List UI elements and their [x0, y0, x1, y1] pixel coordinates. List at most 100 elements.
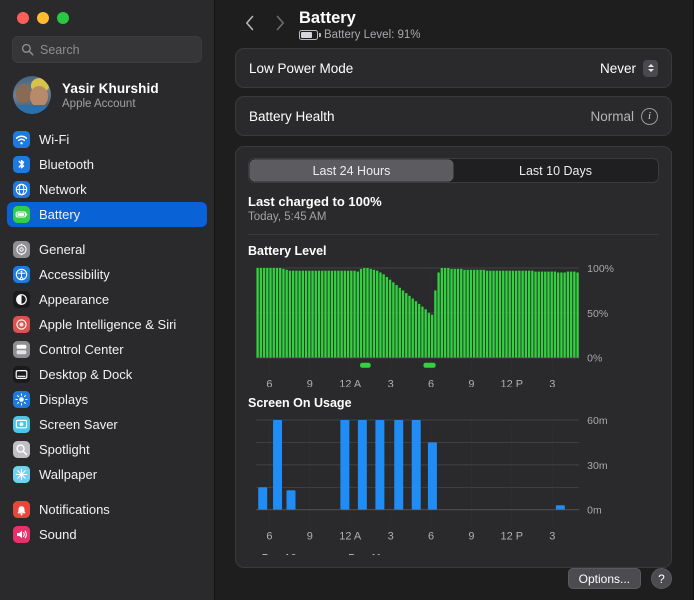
battery-level-chart-title: Battery Level	[248, 244, 327, 258]
battery-level-bar	[456, 268, 460, 358]
screen-usage-bar	[286, 489, 296, 510]
x-axis-tick-label: 12 A	[339, 379, 362, 387]
battery-level-bar	[256, 267, 259, 358]
battery-level-bar	[489, 270, 492, 358]
battery-level-bar	[518, 270, 521, 358]
chevron-updown-icon[interactable]	[643, 59, 658, 77]
battery-level-bar	[427, 312, 431, 358]
sidebar-item-label: General	[39, 242, 86, 257]
sidebar-item-wi-fi[interactable]: Wi-Fi	[7, 127, 207, 152]
tab-last-10-days[interactable]: Last 10 Days	[454, 160, 657, 181]
x-axis-tick-label: 3	[549, 379, 555, 387]
back-button[interactable]	[235, 8, 265, 38]
screen-on-usage-chart-title: Screen On Usage	[248, 395, 352, 410]
screen-usage-bar	[411, 419, 421, 510]
tab-last-24-hours[interactable]: Last 24 Hours	[250, 160, 453, 181]
sidebar-item-spotlight[interactable]: Spotlight	[7, 437, 207, 462]
battery-level-bar	[382, 274, 385, 358]
forward-button[interactable]	[265, 8, 295, 38]
screen-usage-bar	[394, 419, 404, 510]
y-axis-tick-label: 30m	[587, 461, 608, 472]
battery-level-bar	[346, 270, 350, 358]
low-power-mode-value: Never	[599, 60, 636, 76]
battery-level-bar	[563, 272, 566, 358]
sidebar-nav: Wi-Fi Bluetooth Network Battery General Acces…	[0, 127, 214, 547]
sidebar-item-appearance[interactable]: Appearance	[7, 287, 207, 312]
info-icon[interactable]: i	[641, 107, 658, 125]
close-button[interactable]	[17, 12, 29, 24]
sidebar-item-battery[interactable]: Battery	[7, 202, 207, 227]
battery-level-bar	[453, 268, 456, 358]
battery-level-bar	[411, 298, 414, 358]
battery-level-bar	[569, 271, 573, 358]
help-button[interactable]: ?	[651, 568, 672, 589]
x-axis-tick-label: 9	[468, 379, 474, 387]
x-axis-tick-label: 6	[266, 530, 272, 542]
minimize-button[interactable]	[37, 12, 49, 24]
battery-level-bar	[408, 295, 411, 358]
screen-usage-bar	[427, 442, 437, 510]
battery-level-bar	[511, 270, 515, 358]
battery-level-chart[interactable]: 100% 50% 0% 6 9 12 A 3 6 9 12 P 3	[248, 262, 659, 387]
appearance-icon	[13, 291, 30, 308]
sidebar-item-label: Spotlight	[39, 442, 90, 457]
sidebar-item-label: Control Center	[39, 342, 124, 357]
sidebar-item-desktop-dock[interactable]: Desktop & Dock	[7, 362, 207, 387]
search-icon	[21, 43, 34, 56]
sidebar-item-bluetooth[interactable]: Bluetooth	[7, 152, 207, 177]
battery-level-bar	[356, 271, 359, 358]
sidebar-item-wallpaper[interactable]: Wallpaper	[7, 462, 207, 487]
battery-level-bar	[521, 270, 524, 358]
battery-level-bar	[495, 270, 498, 358]
options-button[interactable]: Options...	[567, 568, 641, 589]
sidebar-item-label: Appearance	[39, 292, 110, 307]
sidebar-item-accessibility[interactable]: Accessibility	[7, 262, 207, 287]
low-power-mode-row[interactable]: Low Power Mode Never	[236, 49, 671, 87]
x-axis-tick-label: 12 P	[501, 379, 524, 387]
sidebar-item-notifications[interactable]: Notifications	[7, 497, 207, 522]
battery-level-bar	[304, 270, 308, 358]
battery-level-bar	[466, 269, 469, 358]
battery-status-icon	[299, 30, 321, 40]
sidebar-item-displays[interactable]: Displays	[7, 387, 207, 412]
y-axis-tick-label: 0m	[587, 505, 602, 516]
sidebar-item-sound[interactable]: Sound	[7, 522, 207, 547]
battery-level-bar	[334, 270, 337, 358]
battery-level-bar	[330, 270, 334, 358]
last-charged-title: Last charged to 100%	[248, 194, 382, 209]
battery-level-bar	[492, 270, 495, 358]
sidebar-item-network[interactable]: Network	[7, 177, 207, 202]
battery-level-bar	[395, 285, 398, 358]
battery-level-bar	[485, 270, 489, 358]
zoom-button[interactable]	[57, 12, 69, 24]
battery-level-bar	[401, 290, 405, 358]
battery-level-bar	[472, 269, 476, 358]
x-axis-tick-label: 3	[388, 530, 394, 542]
screen-on-usage-chart[interactable]: 60m 30m 0m 6 9 12 A 3 6 9 12 P 3 Dec 10 Dec 11	[248, 414, 659, 555]
sidebar-item-label: Displays	[39, 392, 89, 407]
sidebar-item-screen-saver[interactable]: Screen Saver	[7, 412, 207, 437]
battery-health-row[interactable]: Battery Health Normal i	[236, 97, 671, 135]
battery-level-bar	[508, 270, 511, 358]
screen-usage-bar	[555, 504, 565, 510]
search-input[interactable]	[40, 42, 193, 57]
sidebar-item-apple-intelligence-siri[interactable]: Apple Intelligence & Siri	[7, 312, 207, 337]
sidebar-item-general[interactable]: General	[7, 237, 207, 262]
apple-account-row[interactable]: Yasir Khurshid Apple Account	[0, 65, 214, 127]
battery-level-bar	[544, 271, 547, 358]
y-axis-tick-label: 0%	[587, 354, 602, 365]
sidebar-item-label: Accessibility	[39, 267, 110, 282]
last-charged-block: Last charged to 100% Today, 5:45 AM	[248, 194, 659, 223]
battery-level-bar	[275, 267, 279, 358]
day-label: Dec 10	[262, 552, 297, 555]
search-field[interactable]	[12, 36, 202, 63]
spotlight-icon	[13, 441, 30, 458]
bluetooth-icon	[13, 156, 30, 173]
sidebar-item-label: Apple Intelligence & Siri	[39, 317, 177, 332]
battery-level-bar	[553, 271, 557, 358]
sidebar-item-control-center[interactable]: Control Center	[7, 337, 207, 362]
low-power-mode-label: Low Power Mode	[249, 60, 354, 76]
charging-indicator	[360, 362, 371, 368]
battery-level-bar	[343, 270, 347, 358]
wallpaper-icon	[13, 466, 30, 483]
